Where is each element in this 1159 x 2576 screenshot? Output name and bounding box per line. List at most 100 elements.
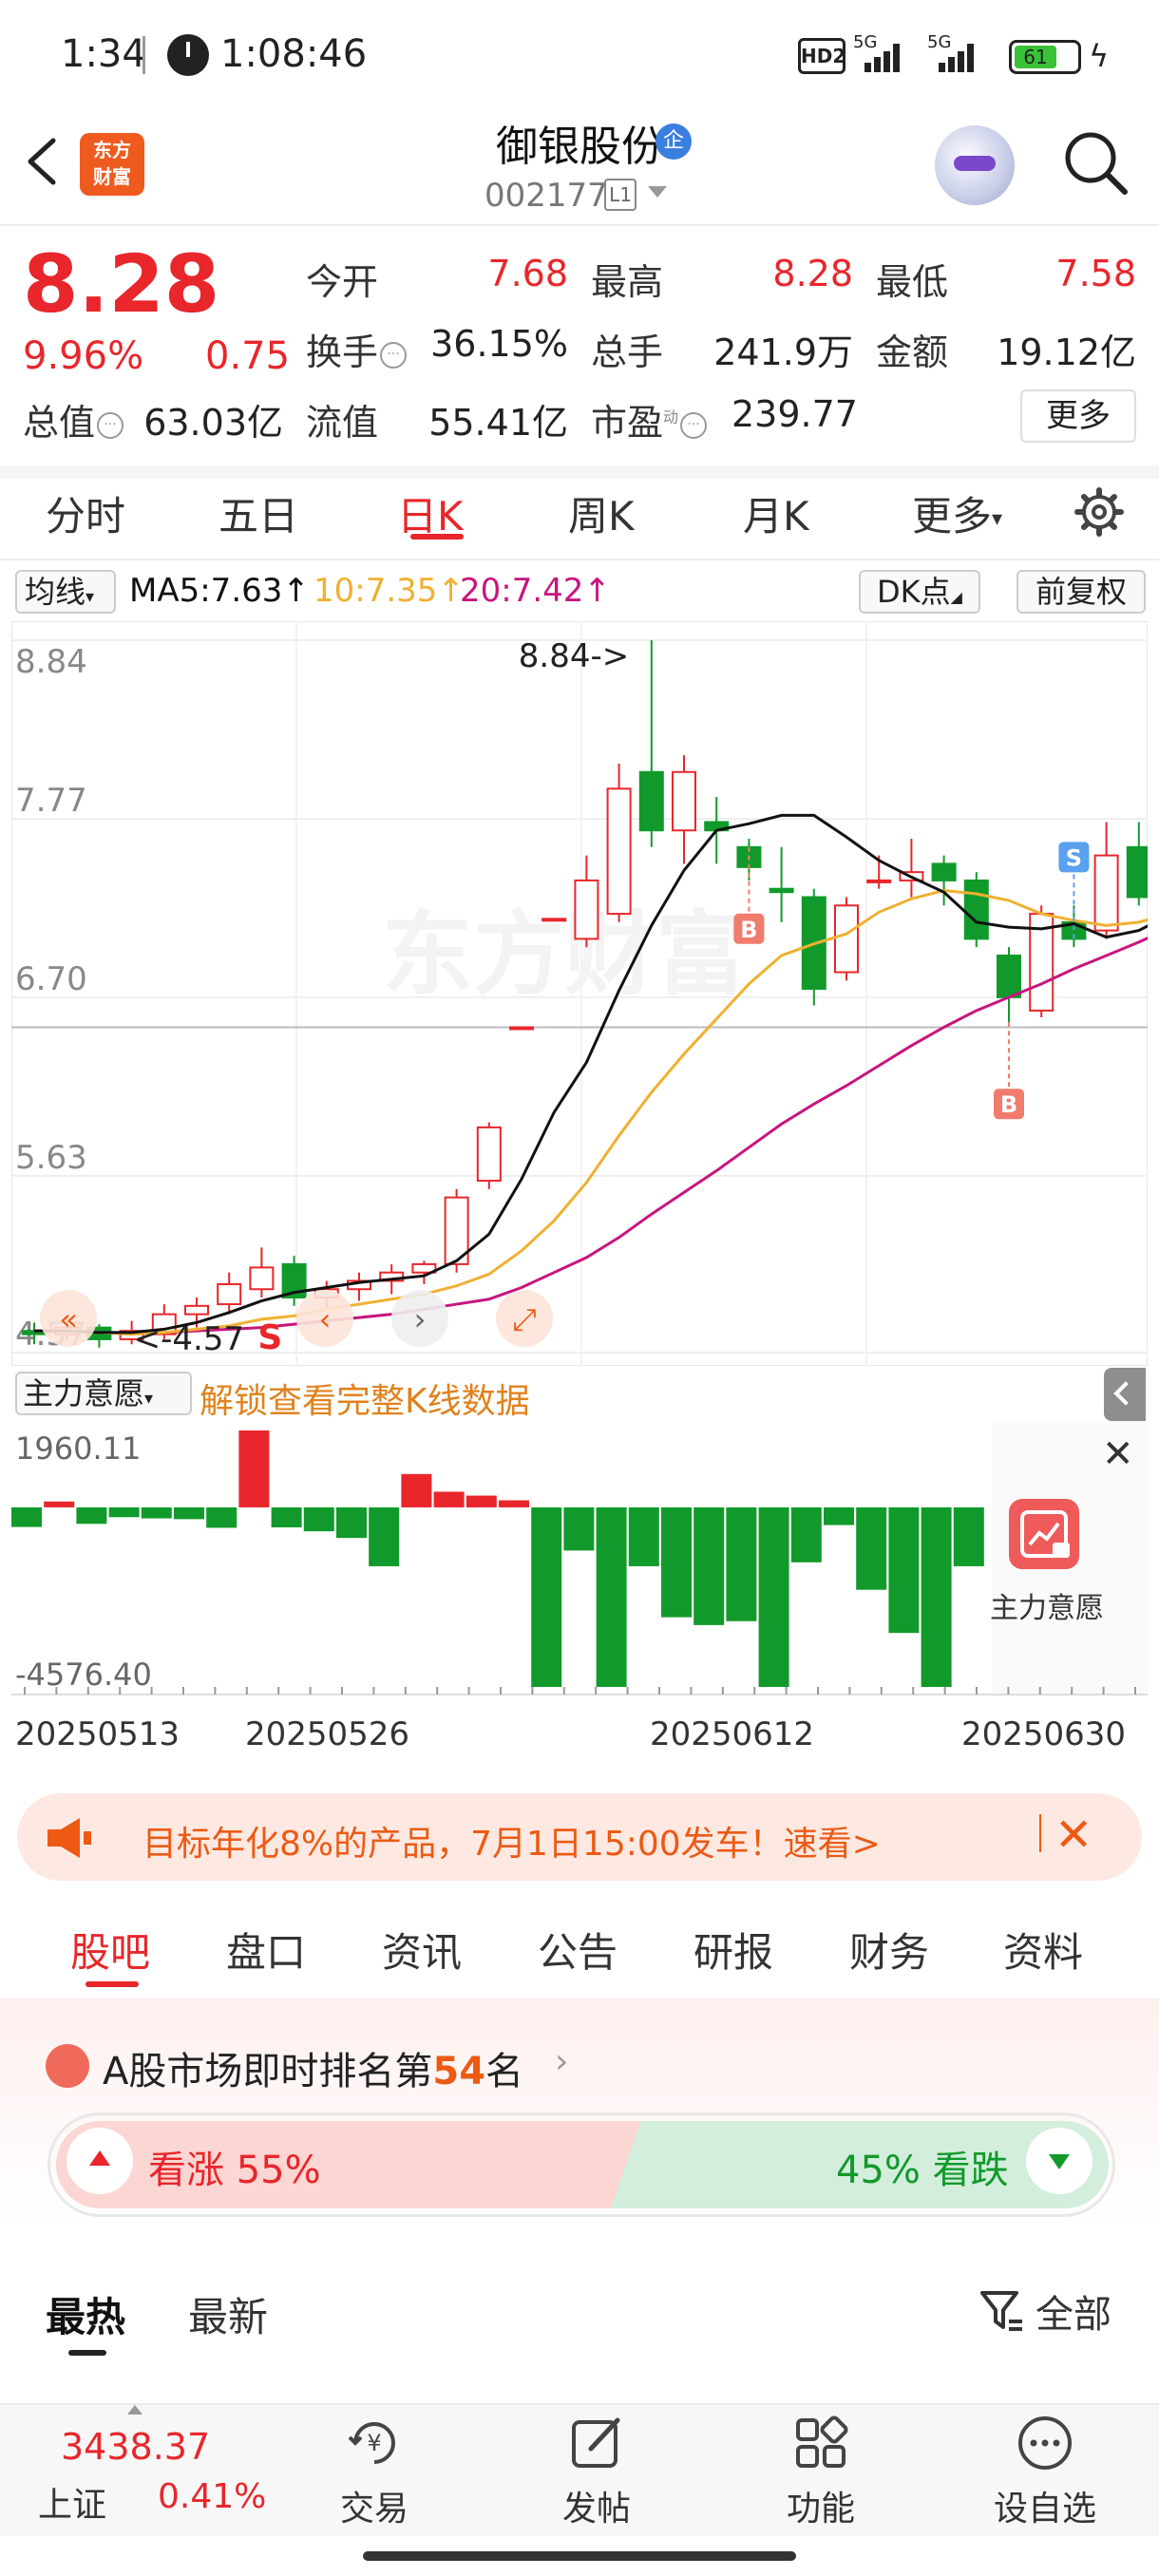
indicator-bar (856, 1506, 887, 1590)
main-force-label[interactable]: 主力意愿 (990, 1584, 1104, 1626)
info-icon[interactable]: ··· (97, 411, 124, 439)
dk-point-button[interactable]: DK点◢ (859, 570, 980, 614)
adjust-button[interactable]: 前复权 (1016, 570, 1146, 614)
ma-selector[interactable]: 均线▾ (15, 570, 116, 614)
gear-icon[interactable] (1074, 486, 1125, 538)
caret-down-icon: ▾ (144, 1389, 154, 1409)
y-axis-label: 7.77 (15, 782, 87, 820)
indicator-bar (76, 1506, 107, 1525)
chart-rewind-button[interactable]: « (40, 1290, 97, 1347)
index-value[interactable]: 3438.37 (61, 2426, 210, 2468)
code-dropdown-icon[interactable] (648, 186, 667, 198)
chart-prev-button[interactable]: ‹ (296, 1290, 353, 1347)
kline-chart[interactable]: 8.847.776.705.634.57东方财富8.84-><-4.57BBSS… (11, 621, 1148, 1366)
filter-label[interactable]: 全部 (1036, 2283, 1112, 2339)
level-badge[interactable]: L1 (604, 179, 636, 211)
tab-order-book[interactable]: 盘口 (226, 1921, 306, 1979)
main-force-icon[interactable] (1009, 1499, 1079, 1569)
tab-financials[interactable]: 财务 (849, 1921, 929, 1979)
indicator-bar (758, 1506, 789, 1687)
index-percent[interactable]: 0.41% (158, 2477, 266, 2516)
active-tab-underline (86, 1981, 139, 1987)
volume-label: 总手 (591, 331, 664, 373)
arrow-up-icon[interactable] (66, 2128, 133, 2194)
chevron-right-icon[interactable]: › (555, 2042, 568, 2081)
float-value: 55.41亿 (428, 402, 568, 444)
indicator-bar (108, 1506, 140, 1518)
search-icon[interactable] (1060, 127, 1132, 199)
expand-icon: ⤢ (512, 1301, 537, 1337)
arrow-down-icon[interactable] (1026, 2128, 1092, 2194)
indicator-bar (369, 1506, 400, 1566)
ad-text[interactable]: 目标年化8%的产品，7月1日15:00发车！速看> (142, 1816, 881, 1866)
nav-post[interactable]: 发帖 (540, 2481, 654, 2530)
candle-body (606, 787, 632, 916)
stopwatch-icon (167, 34, 209, 76)
tab-news[interactable]: 资讯 (382, 1921, 462, 1979)
compose-icon[interactable] (566, 2413, 627, 2473)
tab-more-label: 更多 (912, 493, 993, 540)
caret-up-icon[interactable] (127, 2405, 142, 2415)
caret-down-icon: ▾ (992, 507, 1003, 531)
tab-intraday[interactable]: 分时 (46, 484, 125, 542)
active-tab-underline (410, 534, 464, 540)
trade-icon[interactable]: ¥ (344, 2413, 405, 2473)
chart-next-button[interactable]: › (391, 1290, 448, 1347)
turnover-label[interactable]: 换手 ··· (306, 323, 408, 375)
nav-functions[interactable]: 功能 (764, 2481, 878, 2530)
home-indicator[interactable] (363, 2551, 796, 2561)
indicator-bar (921, 1506, 952, 1687)
collapse-icon[interactable] (1104, 1368, 1146, 1421)
bullish-label[interactable]: 看涨 55% (148, 2139, 321, 2194)
tab-guba[interactable]: 股吧 (70, 1921, 150, 1979)
unlock-link[interactable]: 解锁查看完整K线数据 (200, 1373, 530, 1423)
indicator-bar (466, 1495, 497, 1507)
ranking-prefix: A股市场即时排名第 (103, 2050, 433, 2093)
y-axis-label: 6.70 (15, 960, 87, 998)
tab-latest[interactable]: 最新 (188, 2285, 268, 2343)
filter-icon[interactable] (978, 2287, 1024, 2335)
change-amount: 0.75 (205, 334, 291, 378)
close-icon[interactable]: ✕ (1054, 1809, 1092, 1862)
candle-body (217, 1282, 242, 1306)
tab-announcements[interactable]: 公告 (538, 1921, 618, 1979)
float-label: 流值 (306, 402, 379, 444)
stock-code[interactable]: 002177 (484, 177, 608, 215)
nav-trade[interactable]: 交易 (317, 2481, 431, 2530)
more-icon[interactable] (1015, 2413, 1075, 2473)
indicator-bar (563, 1506, 595, 1551)
ranking-text[interactable]: A股市场即时排名第54名 (103, 2040, 523, 2095)
tab-weekly-k[interactable]: 周K (568, 484, 635, 542)
tab-monthly-k[interactable]: 月K (743, 484, 809, 542)
active-tab-underline (68, 2350, 106, 2356)
candle-body (574, 879, 599, 940)
indicator-selector[interactable]: 主力意愿▾ (15, 1372, 192, 1415)
indicator-bar (206, 1506, 238, 1528)
bullish-bar[interactable] (56, 2121, 645, 2208)
tab-research[interactable]: 研报 (694, 1921, 773, 1979)
apps-icon[interactable] (790, 2413, 851, 2473)
indicator-bar (336, 1506, 367, 1539)
info-icon[interactable]: ··· (680, 411, 708, 439)
indicator-bar (531, 1506, 562, 1687)
tab-hottest[interactable]: 最热 (46, 2285, 125, 2343)
nav-add-watchlist[interactable]: 设自选 (978, 2481, 1112, 2530)
candle-body (769, 887, 794, 894)
amount-value: 19.12亿 (997, 331, 1136, 373)
bearish-label[interactable]: 45% 看跌 (836, 2139, 1009, 2194)
tab-profile[interactable]: 资料 (1003, 1921, 1083, 1979)
index-name[interactable]: 上证 (38, 2477, 106, 2527)
assistant-avatar[interactable] (935, 125, 1015, 205)
indicator-chart[interactable]: 1960.11 -4576.40 (11, 1421, 1148, 1696)
indicator-bar (953, 1506, 984, 1566)
tab-more[interactable]: 更多▾ (912, 484, 1002, 542)
indicator-min-label: -4576.40 (15, 1657, 152, 1693)
chart-expand-button[interactable]: ⤢ (496, 1290, 553, 1347)
watermark: 东方财富 (382, 901, 747, 1008)
info-icon[interactable]: ··· (380, 341, 408, 369)
tab-five-day[interactable]: 五日 (218, 484, 298, 542)
close-icon[interactable]: ✕ (1102, 1432, 1134, 1476)
pe-label[interactable]: 市盈动 ··· (591, 393, 708, 445)
more-quote-button[interactable]: 更多 (1020, 389, 1136, 443)
mktcap-label[interactable]: 总值 ··· (23, 393, 124, 445)
